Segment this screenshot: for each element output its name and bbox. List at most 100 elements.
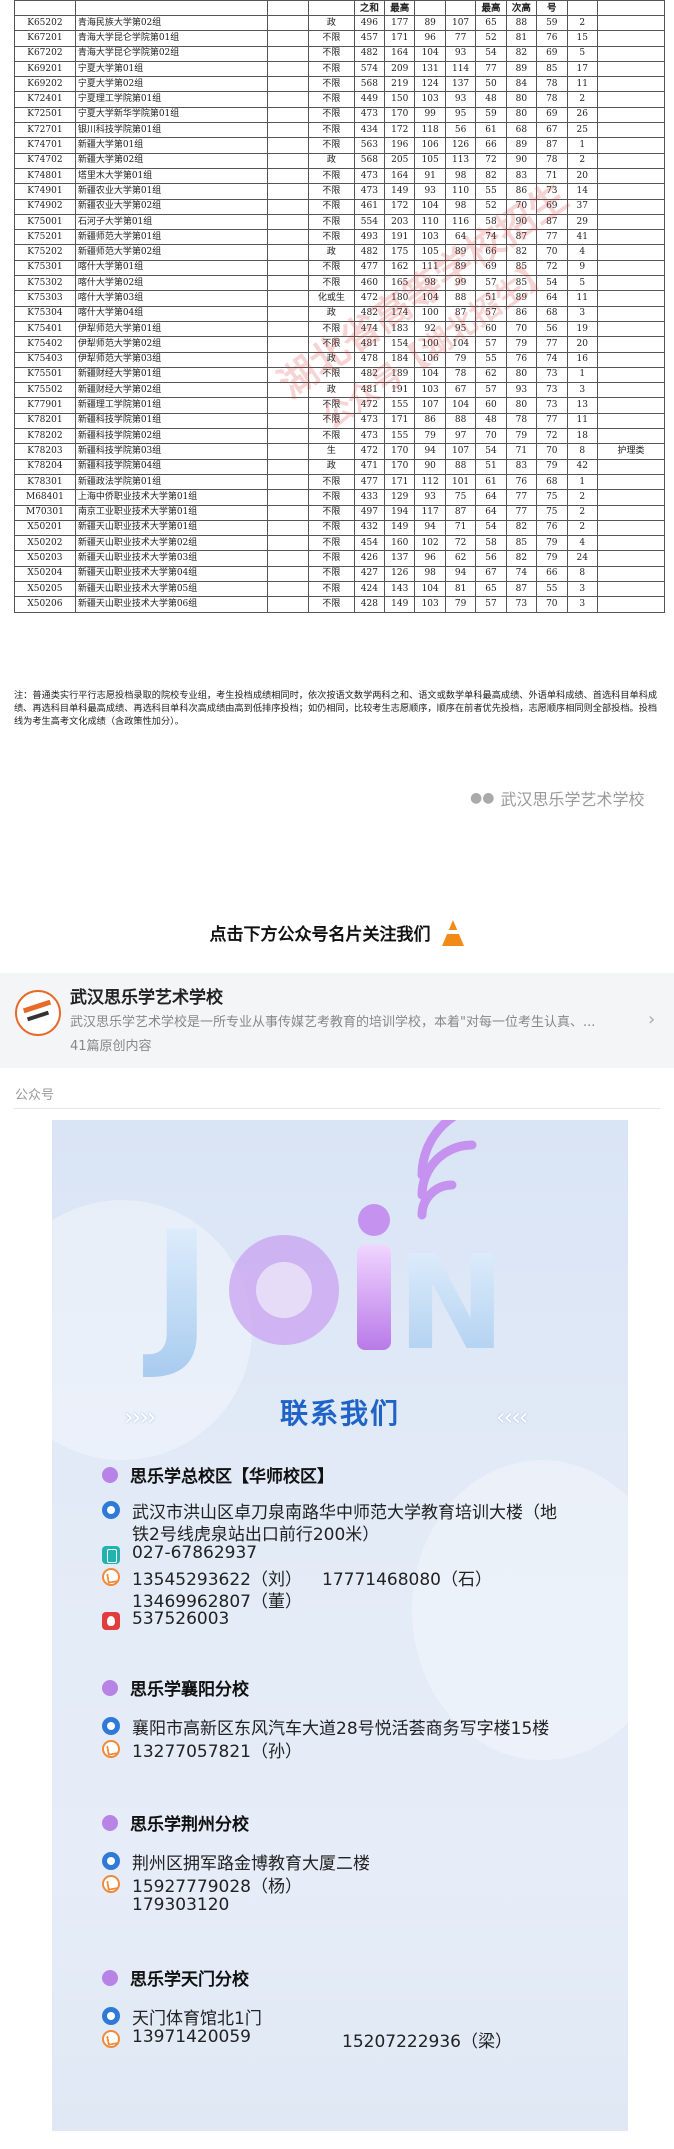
campus-tianmen-title: 思乐学天门分校 (102, 1965, 249, 1990)
header-cell: 号 (536, 0, 568, 16)
campus-jingzhou-title: 思乐学荆州分校 (102, 1810, 249, 1835)
table-cell (596, 366, 666, 384)
table-cell: 89 (444, 259, 477, 277)
table-cell: X50203 (14, 550, 76, 567)
table-cell: 75 (536, 489, 568, 506)
chevron-right-icon[interactable]: › (648, 1009, 655, 1030)
table-cell: 170 (384, 106, 416, 124)
table-cell: 新疆大学第01组 (74, 137, 269, 154)
table-cell: K72701 (14, 122, 76, 139)
table-cell: 196 (384, 137, 416, 154)
bullet-dot-icon (102, 1679, 118, 1696)
table-cell (267, 45, 310, 62)
table-cell: 化或生 (308, 290, 355, 307)
table-cell: 37 (566, 198, 598, 215)
table-cell (267, 229, 310, 246)
table-cell: 93 (414, 489, 446, 506)
table-cell: 95 (444, 106, 477, 124)
table-cell: 15 (566, 30, 598, 47)
table-cell: 4 (566, 244, 598, 261)
table-cell: 71 (444, 519, 477, 537)
table-cell: 472 (353, 397, 386, 414)
table-cell (596, 76, 666, 93)
campus-main-qq[interactable]: 537526003 (132, 1609, 229, 1629)
table-cell: 4 (566, 535, 598, 552)
table-cell: X50206 (14, 596, 76, 613)
table-cell (596, 183, 666, 200)
table-cell: 87 (444, 504, 477, 521)
campus-xiangyang-mobile[interactable]: 13277057821（孙） (132, 1737, 302, 1762)
table-cell: 103 (414, 229, 446, 246)
table-cell: 126 (384, 565, 416, 582)
table-cell: 88 (505, 14, 538, 32)
table-cell (596, 504, 666, 521)
table-row: K75202 新疆师范大学第02组 政 482 175 105 89 66 82 70 4 (14, 244, 666, 261)
header-cell: 之和 (353, 0, 386, 16)
table-cell: 新疆天山职业技术大学第02组 (74, 535, 269, 552)
table-cell: K74901 (14, 183, 76, 200)
table-cell: 72 (475, 152, 507, 169)
campus-jingzhou-mobile-2[interactable]: 179303120 (132, 1895, 229, 1915)
header-cell (596, 0, 666, 16)
table-cell: 98 (444, 167, 477, 185)
table-cell: 449 (353, 91, 386, 108)
table-cell: 不限 (308, 167, 355, 185)
table-cell: 伊犁师范大学第03组 (74, 351, 269, 368)
table-cell: 不限 (308, 596, 355, 613)
table-row: X50201 新疆天山职业技术大学第01组 不限 432 149 94 71 54 82 76 2 (14, 519, 666, 537)
table-cell: 104 (414, 580, 446, 598)
table-cell: 57 (475, 596, 507, 613)
header-cell (14, 0, 76, 16)
table-cell: 98 (414, 275, 446, 292)
table-cell: X50204 (14, 565, 76, 582)
table-cell: 155 (384, 428, 416, 445)
table-cell (596, 550, 666, 567)
table-cell: 471 (353, 458, 386, 475)
table-cell: 93 (444, 91, 477, 108)
table-cell: 64 (475, 504, 507, 521)
official-account-card[interactable]: 武汉思乐学艺术学校 武汉思乐学艺术学校是一所专业从事传媒艺考教育的培训学校，本着… (0, 973, 674, 1068)
join-graphic: J N (52, 1120, 628, 1383)
table-cell (267, 535, 310, 552)
table-cell (267, 106, 310, 124)
campus-tianmen-mobile-2[interactable]: 15207222936（梁） (342, 2027, 512, 2052)
table-cell (267, 336, 310, 353)
campus-jingzhou-mobile-1[interactable]: 15927779028（杨） (132, 1872, 302, 1897)
table-cell (596, 428, 666, 445)
table-cell: 8 (566, 565, 598, 582)
table-cell: 482 (353, 244, 386, 261)
table-cell: 104 (414, 45, 446, 62)
table-row: K72401 宁夏理工学院第01组 不限 449 150 103 93 48 80 78 2 (14, 91, 666, 108)
table-cell: 72 (536, 259, 568, 277)
table-cell: 482 (353, 45, 386, 62)
table-cell: 165 (384, 275, 416, 292)
table-cell: 石河子大学第01组 (74, 213, 269, 231)
table-cell: 96 (414, 550, 446, 567)
table-cell: K74701 (14, 137, 76, 154)
campus-main-landline[interactable]: 027-67862937 (132, 1543, 257, 1563)
table-cell: 56 (444, 122, 477, 139)
table-cell: 143 (384, 580, 416, 598)
campus-main-mobile-2[interactable]: 17771468080（石） (322, 1565, 492, 1590)
table-cell (267, 596, 310, 613)
table-cell: 57 (475, 275, 507, 292)
table-cell: 银川科技学院第01组 (74, 122, 269, 139)
table-cell: 94 (444, 565, 477, 582)
table-cell: 76 (536, 30, 568, 47)
table-cell: 172 (384, 122, 416, 139)
table-cell: 73 (536, 366, 568, 384)
table-cell (596, 45, 666, 62)
follow-prompt-text: 点击下方公众号名片关注我们 (209, 925, 431, 945)
table-cell (267, 565, 310, 582)
table-cell: 65 (475, 580, 507, 598)
table-cell: 481 (353, 382, 386, 399)
campus-tianmen-mobile-1[interactable]: 13971420059 (132, 2027, 251, 2047)
location-pin-icon (102, 2007, 120, 2025)
table-cell: 171 (384, 473, 416, 491)
table-cell: 82 (505, 244, 538, 261)
table-row: K78301 新疆政法学院第01组 不限 477 171 112 101 61 76 68 1 (14, 473, 666, 491)
table-cell: 98 (414, 565, 446, 582)
follow-prompt: 点击下方公众号名片关注我们 (0, 920, 674, 946)
table-cell: 85 (505, 535, 538, 552)
table-cell: 93 (444, 45, 477, 62)
